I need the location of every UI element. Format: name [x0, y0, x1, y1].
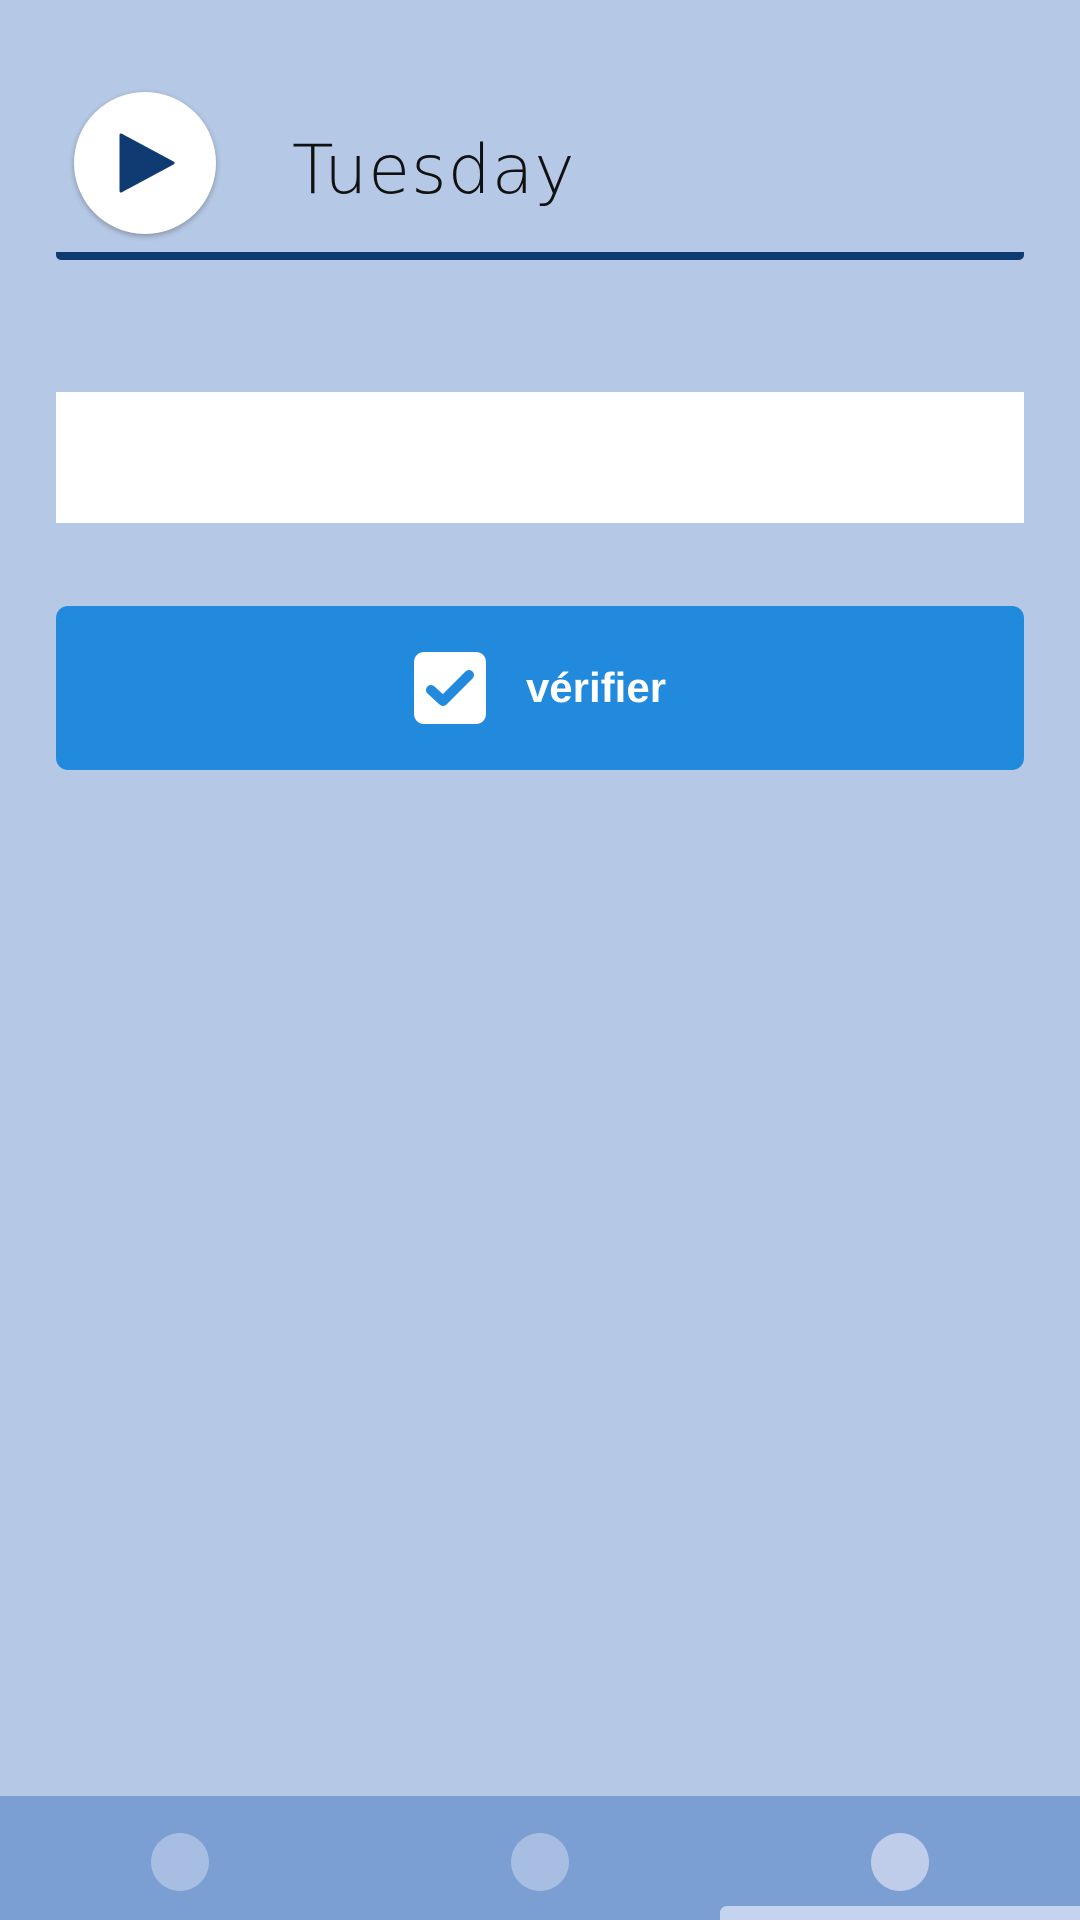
prompt-word: Tuesday [292, 131, 576, 210]
progress-indicator [720, 1906, 1080, 1920]
play-audio-button[interactable] [74, 92, 216, 234]
page-dot-2[interactable] [511, 1833, 569, 1891]
verify-button[interactable]: vérifier [56, 606, 1024, 770]
bottom-pagination-bar [0, 1796, 1080, 1920]
page-dot-3[interactable] [871, 1833, 929, 1891]
page-dot-1[interactable] [151, 1833, 209, 1891]
header-underline [56, 252, 1024, 260]
exercise-header: Tuesday [0, 0, 1080, 262]
answer-input[interactable] [56, 392, 1024, 523]
verify-button-label: vérifier [525, 664, 667, 711]
checkbox-check-icon [413, 652, 486, 724]
play-icon [119, 133, 175, 193]
